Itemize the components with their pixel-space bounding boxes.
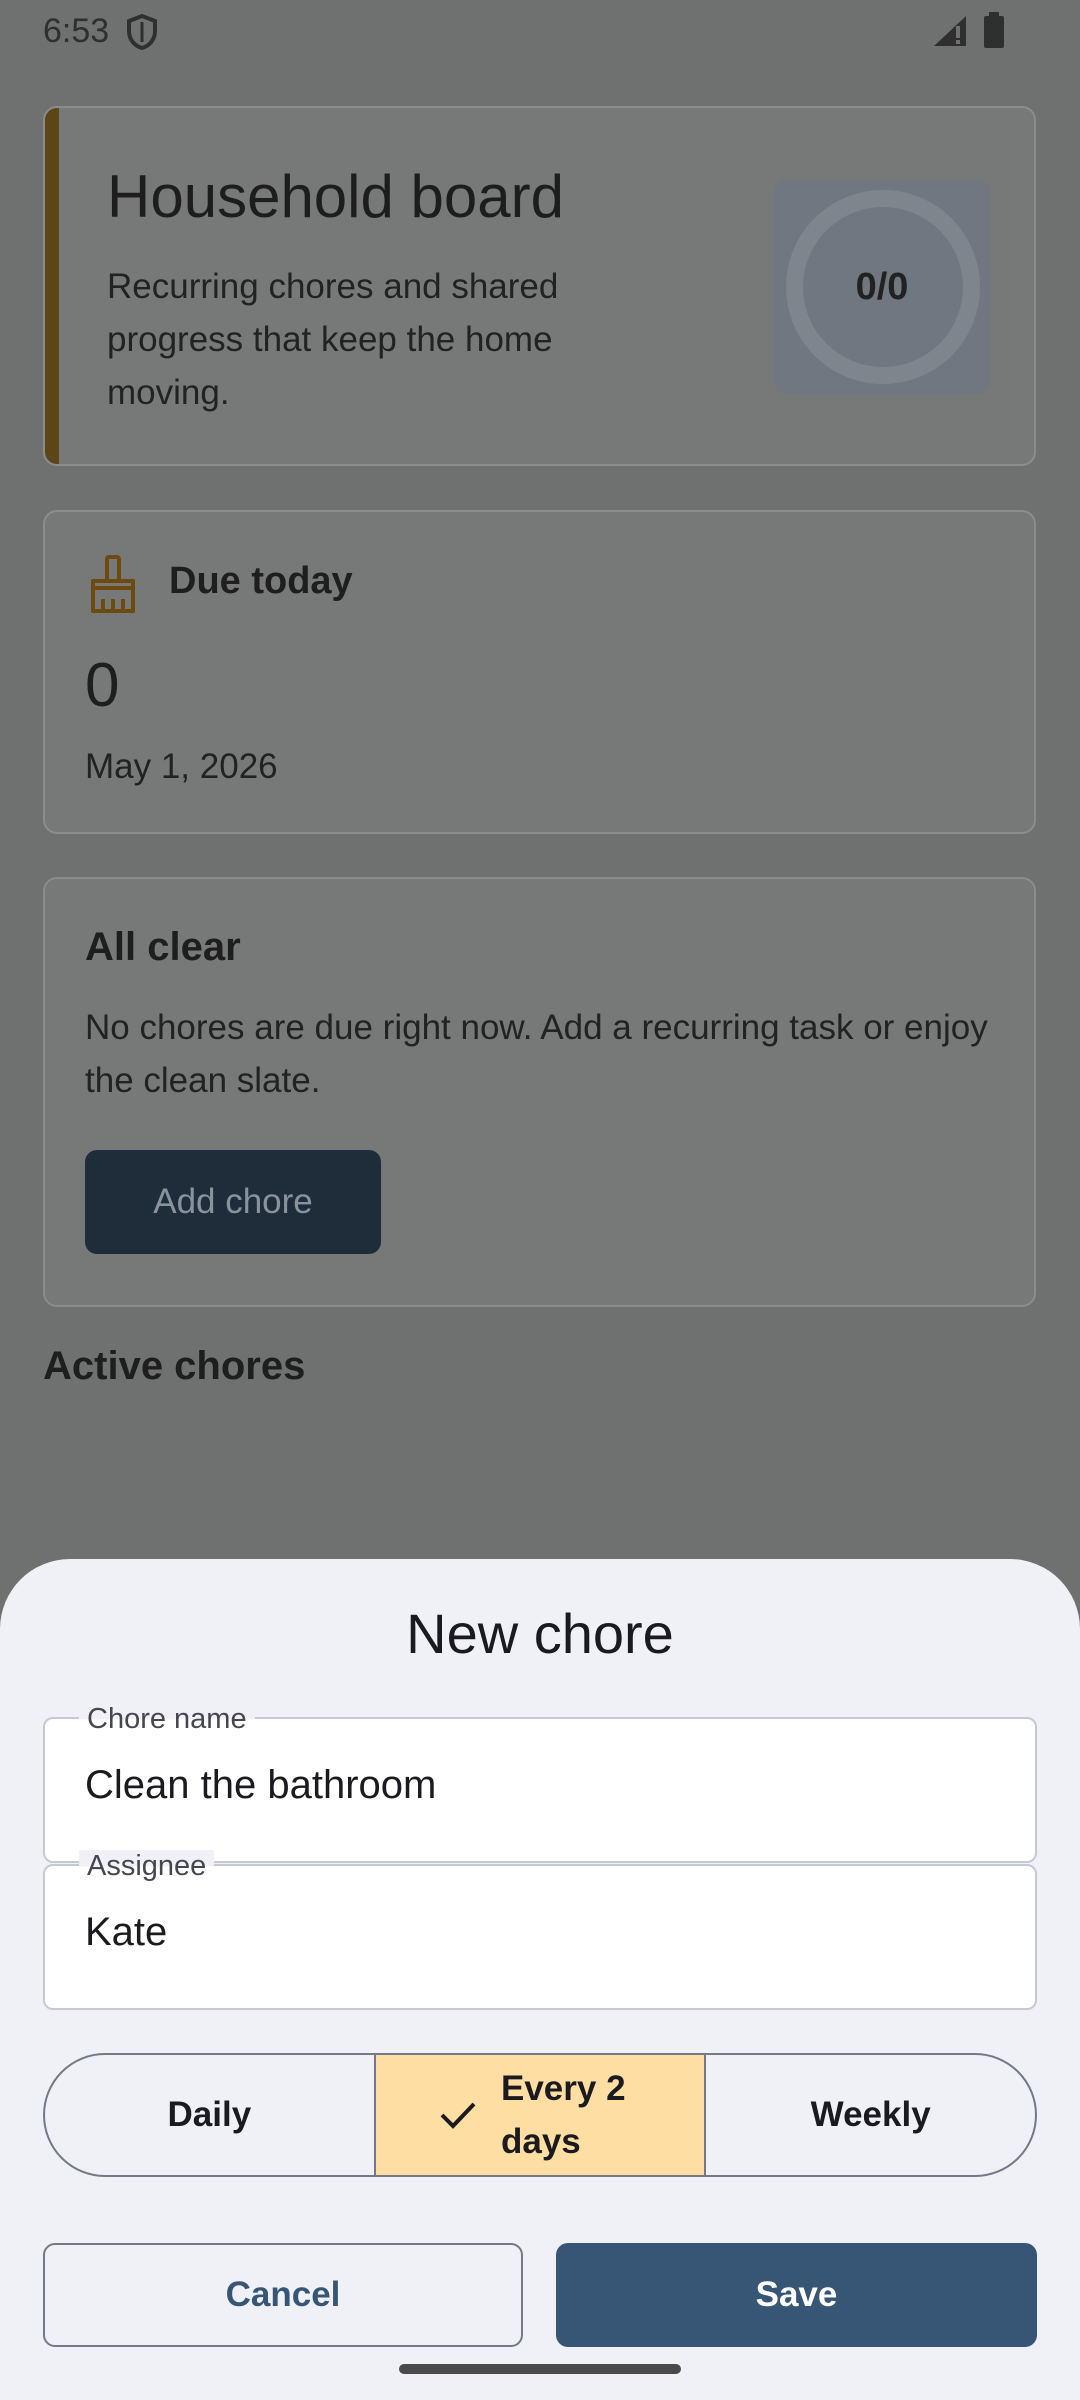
chore-name-field[interactable]: Chore name bbox=[43, 1703, 1037, 1863]
due-today-label: Due today bbox=[169, 560, 353, 602]
chore-name-input[interactable] bbox=[85, 1763, 985, 1808]
assignee-input[interactable] bbox=[85, 1910, 985, 1955]
status-bar: 6:53 bbox=[0, 0, 1080, 64]
progress-count: 0/0 bbox=[855, 265, 909, 308]
assignee-label: Assignee bbox=[79, 1850, 215, 1883]
household-board-card: Household board Recurring chores and sha… bbox=[43, 106, 1036, 466]
signal-icon bbox=[934, 16, 966, 46]
due-today-date: May 1, 2026 bbox=[85, 747, 278, 786]
new-chore-bottom-sheet: New chore Chore name Assignee Daily Ever… bbox=[0, 1559, 1080, 2400]
all-clear-body: No chores are due right now. Add a recur… bbox=[85, 1008, 988, 1100]
frequency-segmented-button: Daily Every 2 days Weekly bbox=[43, 2053, 1037, 2177]
check-icon bbox=[440, 2102, 476, 2129]
status-time: 6:53 bbox=[43, 12, 110, 50]
all-clear-card: All clear No chores are due right now. A… bbox=[43, 877, 1036, 1307]
all-clear-title: All clear bbox=[85, 925, 241, 969]
cancel-button[interactable]: Cancel bbox=[43, 2243, 523, 2347]
frequency-option-weekly[interactable]: Weekly bbox=[704, 2055, 1035, 2175]
save-button[interactable]: Save bbox=[556, 2243, 1037, 2347]
add-chore-button[interactable]: Add chore bbox=[85, 1150, 381, 1254]
frequency-option-daily[interactable]: Daily bbox=[45, 2055, 374, 2175]
frequency-option-every-2-days-label: Every 2 days bbox=[501, 2069, 626, 2161]
frequency-option-every-2-days[interactable]: Every 2 days bbox=[373, 2055, 705, 2175]
progress-ring-box: 0/0 bbox=[774, 180, 990, 394]
page-title: Household board bbox=[107, 163, 565, 230]
hero-subtitle: Recurring chores and shared progress tha… bbox=[107, 267, 559, 412]
home-indicator[interactable] bbox=[399, 2364, 681, 2374]
hero-accent-bar bbox=[45, 108, 59, 464]
due-today-count: 0 bbox=[85, 651, 120, 720]
active-chores-heading: Active chores bbox=[43, 1344, 306, 1388]
assignee-field[interactable]: Assignee bbox=[43, 1850, 1037, 2010]
broom-icon bbox=[91, 555, 135, 613]
battery-icon bbox=[984, 12, 1004, 48]
chore-name-label: Chore name bbox=[79, 1703, 255, 1736]
due-today-card: Due today 0 May 1, 2026 bbox=[43, 510, 1036, 834]
sheet-title: New chore bbox=[406, 1602, 674, 1665]
shield-icon bbox=[127, 14, 157, 50]
